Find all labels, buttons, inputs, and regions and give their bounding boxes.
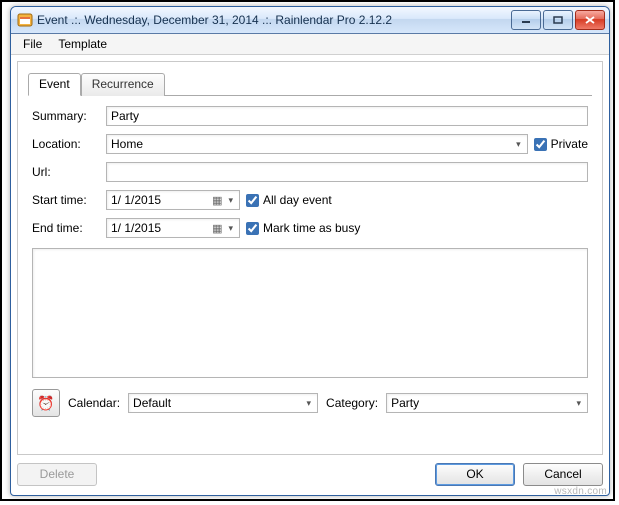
calendar-dropdown-icon: ▦▾ xyxy=(212,222,235,235)
label-location: Location: xyxy=(32,137,100,151)
alarm-button[interactable]: ⏰ xyxy=(32,389,60,417)
menubar: File Template xyxy=(11,34,609,55)
cancel-button[interactable]: Cancel xyxy=(523,463,603,486)
event-window: Event .:. Wednesday, December 31, 2014 .… xyxy=(10,6,610,496)
calendar-value: Default xyxy=(133,396,171,410)
start-date-value: 1/ 1/2015 xyxy=(111,193,161,207)
tab-event[interactable]: Event xyxy=(28,73,81,96)
client-area: Event Recurrence Summary: Location: Home… xyxy=(17,61,603,455)
close-button[interactable] xyxy=(575,10,605,30)
end-date-value: 1/ 1/2015 xyxy=(111,221,161,235)
tab-recurrence[interactable]: Recurrence xyxy=(81,73,165,96)
all-day-check[interactable]: All day event xyxy=(246,193,332,207)
label-private: Private xyxy=(551,137,588,151)
private-check[interactable]: Private xyxy=(534,137,588,151)
mark-busy-checkbox[interactable] xyxy=(246,222,259,235)
chevron-down-icon: ▾ xyxy=(574,398,583,409)
watermark: wsxdn.com xyxy=(554,486,607,497)
label-mark-busy: Mark time as busy xyxy=(263,221,360,235)
ok-button[interactable]: OK xyxy=(435,463,515,486)
menu-template[interactable]: Template xyxy=(50,35,115,53)
label-all-day: All day event xyxy=(263,193,332,207)
window-controls xyxy=(511,10,605,30)
description-textarea[interactable] xyxy=(32,248,588,378)
location-combo[interactable]: Home ▾ xyxy=(106,134,528,154)
location-value: Home xyxy=(111,137,143,151)
start-date-input[interactable]: 1/ 1/2015 ▦▾ xyxy=(106,190,240,210)
calendar-combo[interactable]: Default ▾ xyxy=(128,393,318,413)
app-icon xyxy=(17,12,33,28)
screenshot-frame: Event .:. Wednesday, December 31, 2014 .… xyxy=(0,0,615,501)
event-tabpanel: Summary: Location: Home ▾ Private Url: xyxy=(28,96,592,421)
label-end-time: End time: xyxy=(32,221,100,235)
end-date-input[interactable]: 1/ 1/2015 ▦▾ xyxy=(106,218,240,238)
tabstrip: Event Recurrence xyxy=(28,72,592,95)
footer: Delete OK Cancel xyxy=(17,459,603,489)
label-category: Category: xyxy=(326,396,378,410)
category-value: Party xyxy=(391,396,419,410)
menu-file[interactable]: File xyxy=(15,35,50,53)
all-day-checkbox[interactable] xyxy=(246,194,259,207)
label-calendar: Calendar: xyxy=(68,396,120,410)
delete-button[interactable]: Delete xyxy=(17,463,97,486)
label-url: Url: xyxy=(32,165,100,179)
private-checkbox[interactable] xyxy=(534,138,547,151)
summary-input[interactable] xyxy=(106,106,588,126)
titlebar[interactable]: Event .:. Wednesday, December 31, 2014 .… xyxy=(11,7,609,34)
label-summary: Summary: xyxy=(32,109,100,123)
mark-busy-check[interactable]: Mark time as busy xyxy=(246,221,360,235)
url-input[interactable] xyxy=(106,162,588,182)
alarm-clock-icon: ⏰ xyxy=(37,395,54,412)
maximize-button[interactable] xyxy=(543,10,573,30)
chevron-down-icon: ▾ xyxy=(305,398,314,409)
category-combo[interactable]: Party ▾ xyxy=(386,393,588,413)
chevron-down-icon: ▾ xyxy=(514,139,523,150)
window-title: Event .:. Wednesday, December 31, 2014 .… xyxy=(37,13,511,27)
minimize-button[interactable] xyxy=(511,10,541,30)
label-start-time: Start time: xyxy=(32,193,100,207)
calendar-dropdown-icon: ▦▾ xyxy=(212,194,235,207)
